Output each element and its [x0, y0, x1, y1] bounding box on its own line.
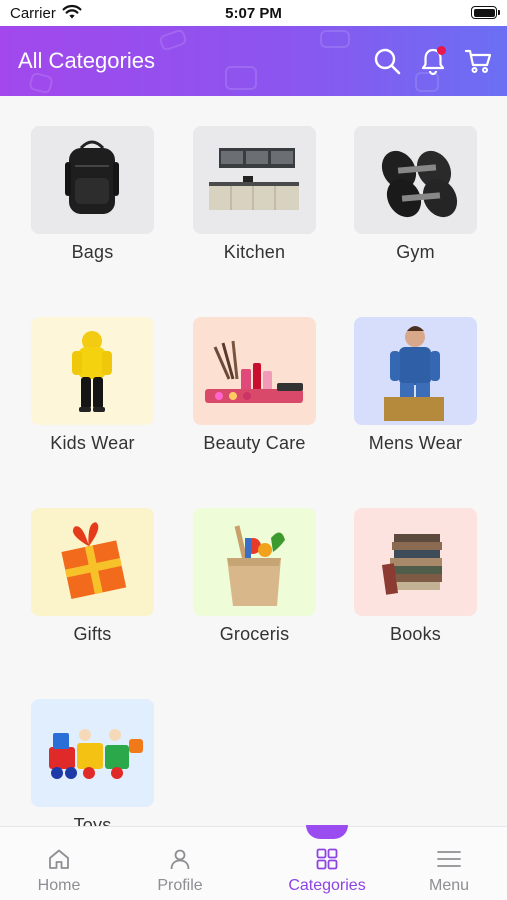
- bottom-tab-bar: Home Profile Categories Menu: [0, 825, 507, 900]
- tab-label: Menu: [428, 877, 470, 894]
- books-icon: [354, 508, 477, 616]
- profile-icon: [170, 849, 190, 870]
- notification-badge: [437, 46, 446, 55]
- cart-button[interactable]: [463, 46, 493, 76]
- battery-icon: [471, 6, 500, 19]
- header-pattern: [28, 71, 54, 95]
- notifications-button[interactable]: [418, 46, 448, 76]
- app-header: All Categories: [0, 26, 507, 96]
- category-thumbnail: [354, 508, 477, 616]
- dumbbell-icon: [354, 126, 477, 234]
- category-thumbnail: [193, 508, 316, 616]
- cart-icon: [464, 49, 492, 73]
- cosmetics-icon: [193, 317, 316, 425]
- kids-wear-icon: [31, 317, 154, 425]
- header-pattern: [225, 66, 257, 90]
- grid-icon: [316, 848, 338, 870]
- category-scroll-area[interactable]: Bags Kitchen Gym Kids Wear Beauty Care M…: [0, 96, 507, 826]
- category-card-mens-wear[interactable]: Mens Wear: [343, 317, 503, 487]
- category-label: Kitchen: [223, 242, 286, 262]
- header-pattern: [320, 30, 350, 48]
- clock: 5:07 PM: [225, 5, 282, 22]
- category-card-gym[interactable]: Gym: [343, 126, 503, 296]
- category-card-toys[interactable]: Toys: [20, 699, 180, 826]
- category-label: Books: [389, 624, 442, 644]
- tab-label: Profile: [157, 877, 203, 894]
- gift-icon: [31, 508, 154, 616]
- page-title: All Categories: [18, 48, 155, 73]
- home-icon: [49, 849, 69, 869]
- category-thumbnail: [193, 126, 316, 234]
- category-label: Gym: [396, 242, 435, 262]
- menu-icon: [437, 851, 461, 867]
- category-thumbnail: [193, 317, 316, 425]
- category-card-groceris[interactable]: Groceris: [182, 508, 342, 678]
- backpack-icon: [31, 126, 154, 234]
- tab-label: Categories: [288, 877, 366, 894]
- category-thumbnail: [354, 317, 477, 425]
- category-label: Kids Wear: [50, 433, 135, 453]
- tab-home[interactable]: Home: [4, 827, 114, 900]
- category-card-books[interactable]: Books: [343, 508, 503, 678]
- status-bar: Carrier 5:07 PM: [0, 0, 507, 26]
- kitchen-icon: [193, 126, 316, 234]
- grocery-bag-icon: [193, 508, 316, 616]
- category-thumbnail: [354, 126, 477, 234]
- tab-label: Home: [37, 877, 81, 894]
- category-label: Beauty Care: [203, 433, 306, 453]
- category-thumbnail: [31, 699, 154, 807]
- search-button[interactable]: [372, 46, 402, 76]
- category-card-beauty-care[interactable]: Beauty Care: [182, 317, 342, 487]
- category-thumbnail: [31, 126, 154, 234]
- toy-train-icon: [31, 699, 154, 807]
- tab-menu[interactable]: Menu: [394, 827, 504, 900]
- category-card-gifts[interactable]: Gifts: [20, 508, 180, 678]
- category-label: Groceris: [219, 624, 290, 644]
- category-label: Bags: [71, 242, 114, 262]
- category-card-kids-wear[interactable]: Kids Wear: [20, 317, 180, 487]
- category-thumbnail: [31, 317, 154, 425]
- search-icon: [374, 48, 401, 75]
- mens-wear-icon: [354, 317, 477, 425]
- category-label: Toys: [73, 815, 112, 826]
- tab-profile[interactable]: Profile: [125, 827, 235, 900]
- category-card-bags[interactable]: Bags: [20, 126, 180, 296]
- header-pattern: [158, 28, 188, 52]
- tab-categories[interactable]: Categories: [272, 827, 382, 900]
- category-thumbnail: [31, 508, 154, 616]
- category-label: Gifts: [73, 624, 112, 644]
- category-card-kitchen[interactable]: Kitchen: [182, 126, 342, 296]
- category-label: Mens Wear: [368, 433, 463, 453]
